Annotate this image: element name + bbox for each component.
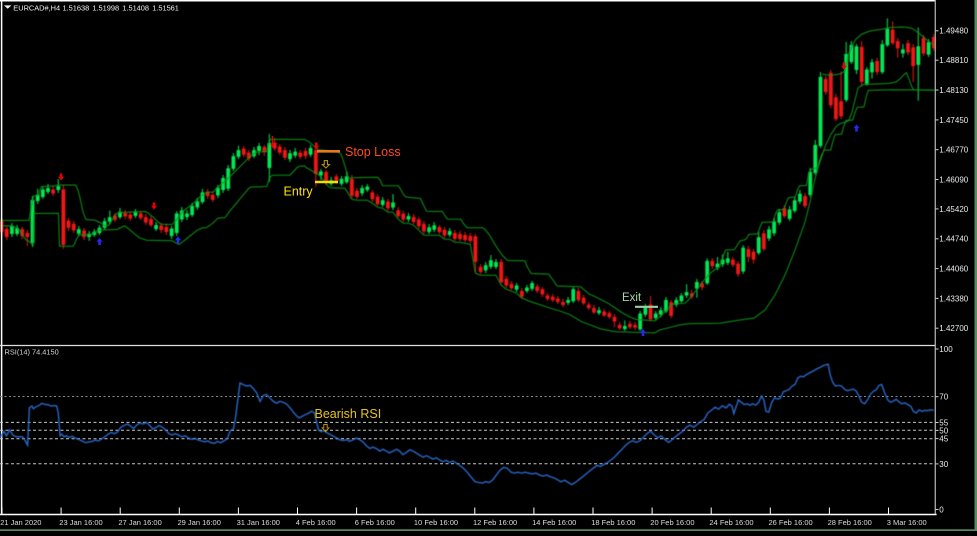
svg-text:20 Feb 16:00: 20 Feb 16:00 — [650, 518, 694, 527]
svg-text:1.45420: 1.45420 — [939, 205, 968, 214]
svg-text:Bearish RSI: Bearish RSI — [315, 407, 382, 421]
svg-text:1.48130: 1.48130 — [939, 86, 968, 95]
svg-text:6 Feb 16:00: 6 Feb 16:00 — [355, 518, 395, 527]
svg-text:1.44060: 1.44060 — [939, 265, 968, 274]
svg-text:Exit: Exit — [622, 292, 642, 304]
svg-text:30: 30 — [939, 460, 948, 469]
svg-text:26 Feb 16:00: 26 Feb 16:00 — [769, 518, 813, 527]
svg-text:1.42700: 1.42700 — [939, 324, 968, 333]
svg-text:28 Feb 16:00: 28 Feb 16:00 — [828, 518, 872, 527]
svg-text:24 Feb 16:00: 24 Feb 16:00 — [709, 518, 753, 527]
svg-text:1.48810: 1.48810 — [939, 56, 968, 65]
svg-text:1.51998: 1.51998 — [92, 4, 119, 13]
svg-text:18 Feb 16:00: 18 Feb 16:00 — [591, 518, 635, 527]
svg-text:4 Feb 16:00: 4 Feb 16:00 — [296, 518, 336, 527]
svg-text:14 Feb 16:00: 14 Feb 16:00 — [532, 518, 576, 527]
svg-text:21 Jan 2020: 21 Jan 2020 — [0, 518, 41, 527]
svg-text:RSI(14) 74.4150: RSI(14) 74.4150 — [5, 347, 59, 356]
svg-text:1.43380: 1.43380 — [939, 294, 968, 303]
svg-text:Stop Loss: Stop Loss — [345, 145, 401, 159]
svg-text:45: 45 — [939, 435, 948, 444]
svg-text:70: 70 — [939, 393, 948, 402]
svg-text:Entry: Entry — [284, 185, 314, 199]
svg-text:0: 0 — [939, 505, 944, 514]
svg-text:12 Feb 16:00: 12 Feb 16:00 — [473, 518, 517, 527]
svg-text:1.46770: 1.46770 — [939, 146, 968, 155]
svg-text:1.51638: 1.51638 — [63, 4, 90, 13]
svg-text:27 Jan 16:00: 27 Jan 16:00 — [118, 518, 161, 527]
svg-text:1.51561: 1.51561 — [152, 4, 179, 13]
svg-text:3 Mar 16:00: 3 Mar 16:00 — [887, 518, 927, 527]
svg-text:1.44740: 1.44740 — [939, 235, 968, 244]
svg-text:1.46090: 1.46090 — [939, 175, 968, 184]
svg-text:1.47450: 1.47450 — [939, 116, 968, 125]
svg-text:1.49480: 1.49480 — [939, 27, 968, 36]
svg-text:EURCAD#,H4: EURCAD#,H4 — [13, 4, 60, 13]
svg-text:1.51408: 1.51408 — [122, 4, 149, 13]
svg-text:10 Feb 16:00: 10 Feb 16:00 — [414, 518, 458, 527]
svg-text:29 Jan 16:00: 29 Jan 16:00 — [178, 518, 221, 527]
svg-text:100: 100 — [939, 345, 953, 354]
svg-text:23 Jan 16:00: 23 Jan 16:00 — [59, 518, 102, 527]
svg-text:31 Jan 16:00: 31 Jan 16:00 — [237, 518, 280, 527]
